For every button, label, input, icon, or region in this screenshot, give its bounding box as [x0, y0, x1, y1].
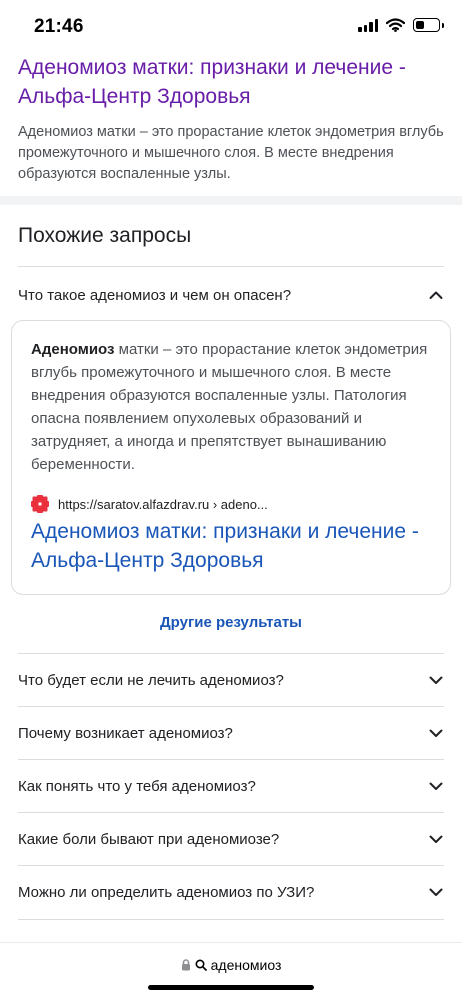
status-bar: 21:46 [0, 0, 462, 52]
battery-icon [413, 18, 444, 32]
home-indicator[interactable] [148, 985, 314, 990]
site-favicon-icon [31, 495, 49, 513]
lock-icon [181, 959, 190, 971]
answer-text: Аденомиоз матки – это прорастание клеток… [31, 338, 431, 476]
question-row[interactable]: Можно ли определить аденомиоз по УЗИ? [18, 866, 444, 918]
wifi-icon [386, 18, 405, 32]
question-row-expanded[interactable]: Что такое аденомиоз и чем он опасен? [18, 269, 444, 321]
answer-body: матки – это прорастание клеток эндометри… [31, 341, 428, 473]
chevron-down-icon [429, 729, 443, 737]
chevron-down-icon [429, 888, 443, 896]
answer-source-title-link[interactable]: Аденомиоз матки: признаки и лечение - Ал… [31, 517, 436, 575]
result-title-link[interactable]: Аденомиоз матки: признаки и лечение - Ал… [18, 53, 446, 111]
related-questions-heading: Похожие запросы [18, 224, 192, 247]
answer-card: Аденомиоз матки – это прорастание клеток… [11, 320, 451, 595]
question-text: Какие боли бывают при аденомиозе? [18, 830, 280, 848]
question-text: Что будет если не лечить аденомиоз? [18, 671, 284, 689]
question-row[interactable]: Как понять что у тебя аденомиоз? [18, 760, 444, 812]
address-bar[interactable]: аденомиоз [0, 955, 462, 975]
divider [18, 919, 444, 920]
chevron-down-icon [429, 676, 443, 684]
source-url: https://saratov.alfazdrav.ru › adeno... [58, 496, 268, 512]
divider [18, 266, 444, 267]
question-row[interactable]: Почему возникает аденомиоз? [18, 707, 444, 759]
question-text: Почему возникает аденомиоз? [18, 724, 233, 742]
question-row[interactable]: Какие боли бывают при аденомиозе? [18, 813, 444, 865]
question-text: Можно ли определить аденомиоз по УЗИ? [18, 883, 315, 901]
search-icon [195, 959, 207, 971]
answer-source[interactable]: https://saratov.alfazdrav.ru › adeno... [31, 495, 268, 513]
section-separator [0, 196, 462, 205]
status-time: 21:46 [34, 16, 84, 37]
status-icons [358, 18, 444, 32]
more-results-link[interactable]: Другие результаты [0, 614, 462, 631]
chevron-down-icon [429, 835, 443, 843]
question-row[interactable]: Что будет если не лечить аденомиоз? [18, 654, 444, 706]
cellular-signal-icon [358, 18, 378, 32]
question-text: Как понять что у тебя аденомиоз? [18, 777, 256, 795]
chevron-up-icon [429, 291, 443, 299]
answer-bold-term: Аденомиоз [31, 341, 115, 358]
browser-toolbar-divider [0, 942, 462, 943]
chevron-down-icon [429, 782, 443, 790]
result-snippet: Аденомиоз матки – это прорастание клеток… [18, 124, 444, 182]
search-result: Аденомиоз матки: признаки и лечение - Ал… [18, 53, 446, 185]
question-text: Что такое аденомиоз и чем он опасен? [18, 286, 292, 304]
address-bar-query: аденомиоз [210, 957, 282, 973]
